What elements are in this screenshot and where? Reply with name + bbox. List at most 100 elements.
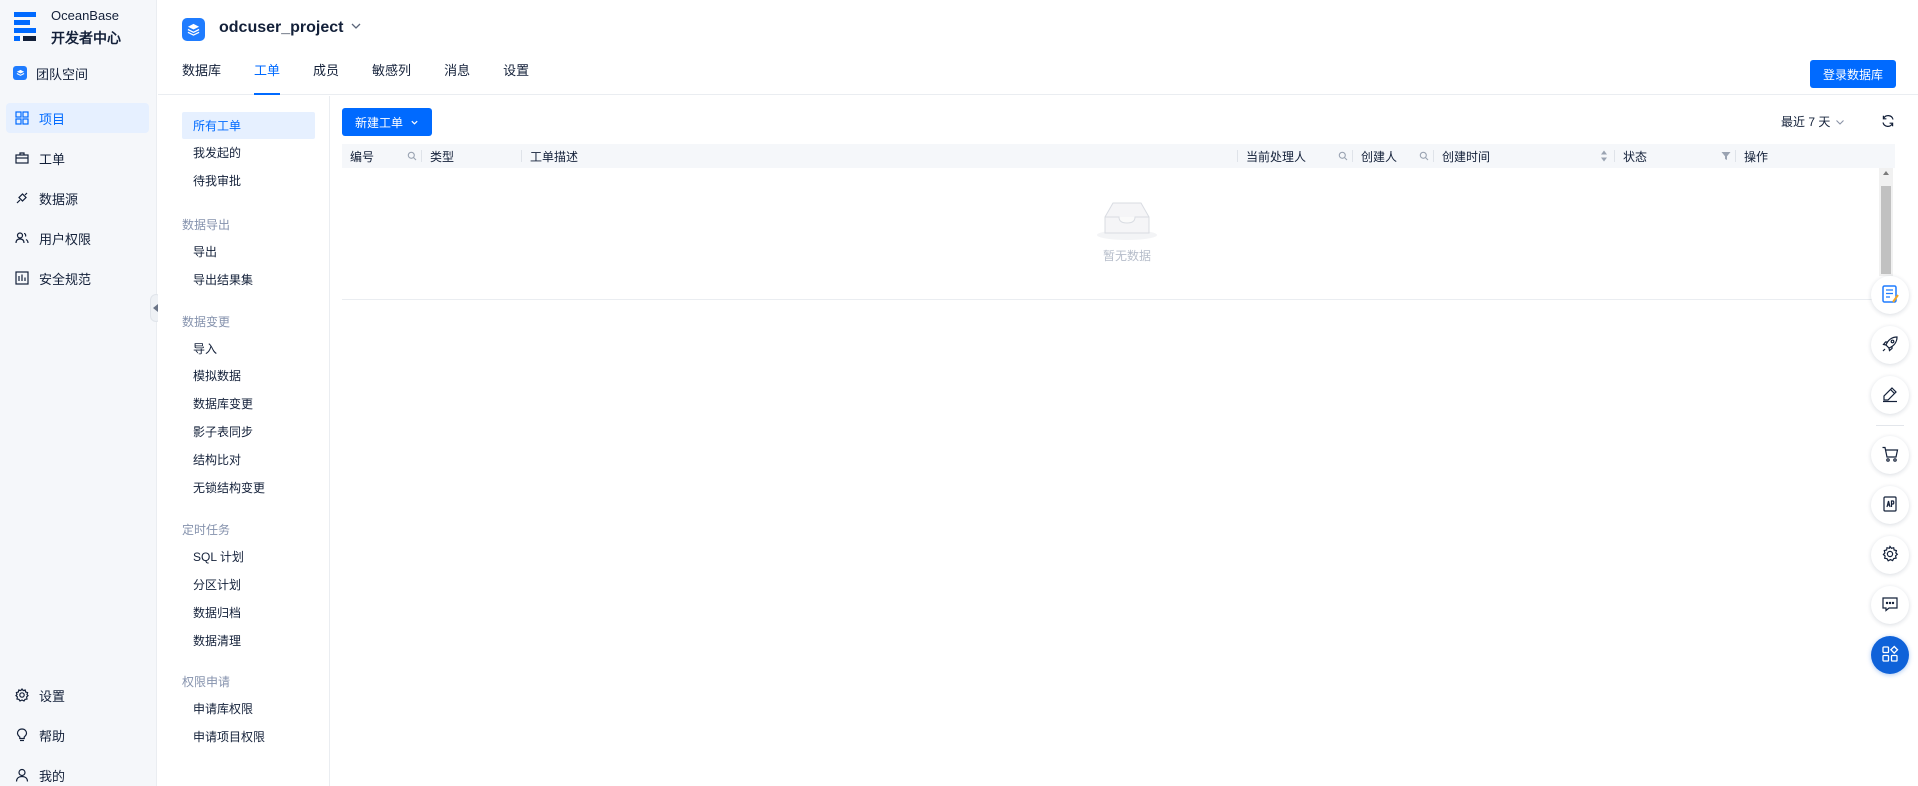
tab-sensitive-columns[interactable]: 敏感列	[372, 60, 411, 95]
tab-members[interactable]: 成员	[313, 60, 339, 95]
search-icon[interactable]	[1337, 150, 1349, 162]
menu-item-request-project-permission[interactable]: 申请项目权限	[182, 723, 315, 750]
menu-item-mock-data[interactable]: 模拟数据	[182, 362, 315, 389]
menu-item-database-change[interactable]: 数据库变更	[182, 390, 315, 417]
nav-item-projects[interactable]: 项目	[6, 103, 149, 133]
plug-icon	[14, 190, 30, 206]
menu-item-shadow-table-sync[interactable]: 影子表同步	[182, 418, 315, 445]
menu-item-online-schema-change[interactable]: 无锁结构变更	[182, 474, 315, 501]
team-space-label: 团队空间	[36, 66, 89, 82]
notes-tool-button[interactable]	[1871, 276, 1909, 314]
time-range-value: 最近 7 天	[1781, 115, 1831, 129]
empty-state-text: 暂无数据	[1102, 249, 1151, 263]
project-name: odcuser_project	[219, 19, 344, 36]
user-icon	[14, 767, 30, 783]
ticket-type-menu: 所有工单 我发起的 待我审批 数据导出 导出 导出结果集 数据变更 导入 模拟数…	[158, 96, 330, 786]
column-header-created-time: 创建时间	[1434, 144, 1615, 168]
oceanbase-logo-icon	[14, 12, 40, 42]
rocket-icon	[1881, 335, 1899, 356]
new-ticket-label: 新建工单	[354, 115, 403, 130]
menu-item-data-archive[interactable]: 数据归档	[182, 599, 315, 626]
menu-item-structure-compare[interactable]: 结构比对	[182, 446, 315, 473]
menu-item-import[interactable]: 导入	[182, 335, 315, 362]
nav-item-profile[interactable]: 我的	[0, 760, 157, 786]
nav-item-security-rules[interactable]: 安全规范	[0, 263, 157, 293]
menu-item-request-db-permission[interactable]: 申请库权限	[182, 695, 315, 722]
chevron-down-icon	[1835, 117, 1845, 127]
users-icon	[14, 230, 30, 246]
tab-settings[interactable]: 设置	[503, 60, 529, 95]
search-icon[interactable]	[406, 150, 418, 162]
notes-icon	[1879, 283, 1901, 308]
tab-messages[interactable]: 消息	[444, 60, 470, 95]
edit-tool-button[interactable]	[1871, 376, 1909, 414]
empty-inbox-icon	[1097, 202, 1157, 240]
menu-item-pending-my-approval[interactable]: 待我审批	[182, 167, 315, 194]
nav-item-label: 用户权限	[39, 231, 92, 247]
shield-rules-icon	[14, 270, 30, 286]
api-icon	[1881, 495, 1899, 516]
tab-databases[interactable]: 数据库	[182, 60, 221, 95]
feedback-tool-button[interactable]	[1871, 586, 1909, 624]
menu-item-partition-plan[interactable]: 分区计划	[182, 571, 315, 598]
column-header-description: 工单描述	[522, 144, 1238, 168]
briefcase-icon	[14, 150, 30, 166]
gear-icon	[1881, 544, 1899, 566]
nav-item-tickets[interactable]: 工单	[0, 143, 157, 173]
menu-group-title: 数据变更	[182, 315, 231, 329]
brand-logo[interactable]: OceanBase 开发者中心	[14, 8, 154, 52]
settings-tool-button[interactable]	[1871, 536, 1909, 574]
menu-item-export[interactable]: 导出	[182, 238, 315, 265]
scroll-up-arrow-icon[interactable]	[1883, 171, 1889, 175]
table-scrollbar[interactable]	[1879, 168, 1893, 276]
column-header-creator: 创建人	[1353, 144, 1434, 168]
menu-group-title: 数据导出	[182, 218, 231, 232]
new-ticket-button[interactable]: 新建工单	[342, 108, 432, 136]
refresh-icon[interactable]	[1881, 114, 1895, 128]
filter-icon[interactable]	[1720, 150, 1732, 162]
menu-item-export-result-set[interactable]: 导出结果集	[182, 266, 315, 293]
apps-tool-button[interactable]	[1871, 636, 1909, 674]
apps-icon	[1881, 645, 1899, 666]
column-header-actions: 操作	[1744, 149, 1769, 164]
scrollbar-thumb[interactable]	[1881, 186, 1891, 274]
nav-item-settings[interactable]: 设置	[0, 680, 157, 710]
project-icon	[182, 18, 205, 41]
chat-icon	[1881, 595, 1899, 616]
chevron-down-icon	[410, 118, 419, 127]
column-header-type: 类型	[422, 144, 522, 168]
team-space-icon	[13, 66, 27, 80]
nav-item-datasources[interactable]: 数据源	[0, 183, 157, 213]
menu-item-sql-plan[interactable]: SQL 计划	[182, 543, 315, 570]
nav-item-label: 我的	[39, 768, 66, 784]
gear-icon	[14, 687, 30, 703]
nav-item-label: 工单	[39, 151, 66, 167]
nav-item-label: 设置	[39, 688, 66, 704]
api-tool-button[interactable]	[1871, 486, 1909, 524]
column-header-current-handler: 当前处理人	[1238, 144, 1353, 168]
table-header: 编号 类型 工单描述 当前处理人 创建人 创建时间 状态 操作	[342, 144, 1895, 168]
tab-tickets[interactable]: 工单	[254, 60, 281, 95]
nav-item-label: 帮助	[39, 728, 66, 744]
project-switch-chevron-icon[interactable]	[350, 20, 362, 35]
tool-divider	[1876, 425, 1904, 426]
menu-item-all-tickets[interactable]: 所有工单	[182, 112, 315, 139]
grid-icon	[14, 110, 30, 126]
nav-item-user-permissions[interactable]: 用户权限	[0, 223, 157, 253]
marketplace-tool-button[interactable]	[1871, 436, 1909, 474]
menu-item-data-cleanup[interactable]: 数据清理	[182, 627, 315, 654]
bulb-icon	[14, 727, 30, 743]
empty-state: 暂无数据	[1082, 199, 1172, 264]
project-header: odcuser_project 数据库 工单 成员 敏感列 消息 设置 登录数据…	[158, 0, 1918, 95]
quick-start-tool-button[interactable]	[1871, 326, 1909, 364]
nav-item-help[interactable]: 帮助	[0, 720, 157, 750]
time-range-select[interactable]: 最近 7 天	[1781, 113, 1845, 130]
search-icon[interactable]	[1418, 150, 1430, 162]
login-database-button[interactable]: 登录数据库	[1810, 60, 1896, 88]
menu-item-initiated-by-me[interactable]: 我发起的	[182, 139, 315, 166]
team-space-switcher[interactable]: 团队空间	[0, 58, 157, 88]
menu-group-title: 权限申请	[182, 675, 231, 689]
tickets-table: 编号 类型 工单描述 当前处理人 创建人 创建时间 状态 操作 暂无数据	[342, 144, 1895, 300]
column-header-id: 编号	[342, 144, 422, 168]
sort-icon[interactable]	[1599, 148, 1609, 164]
